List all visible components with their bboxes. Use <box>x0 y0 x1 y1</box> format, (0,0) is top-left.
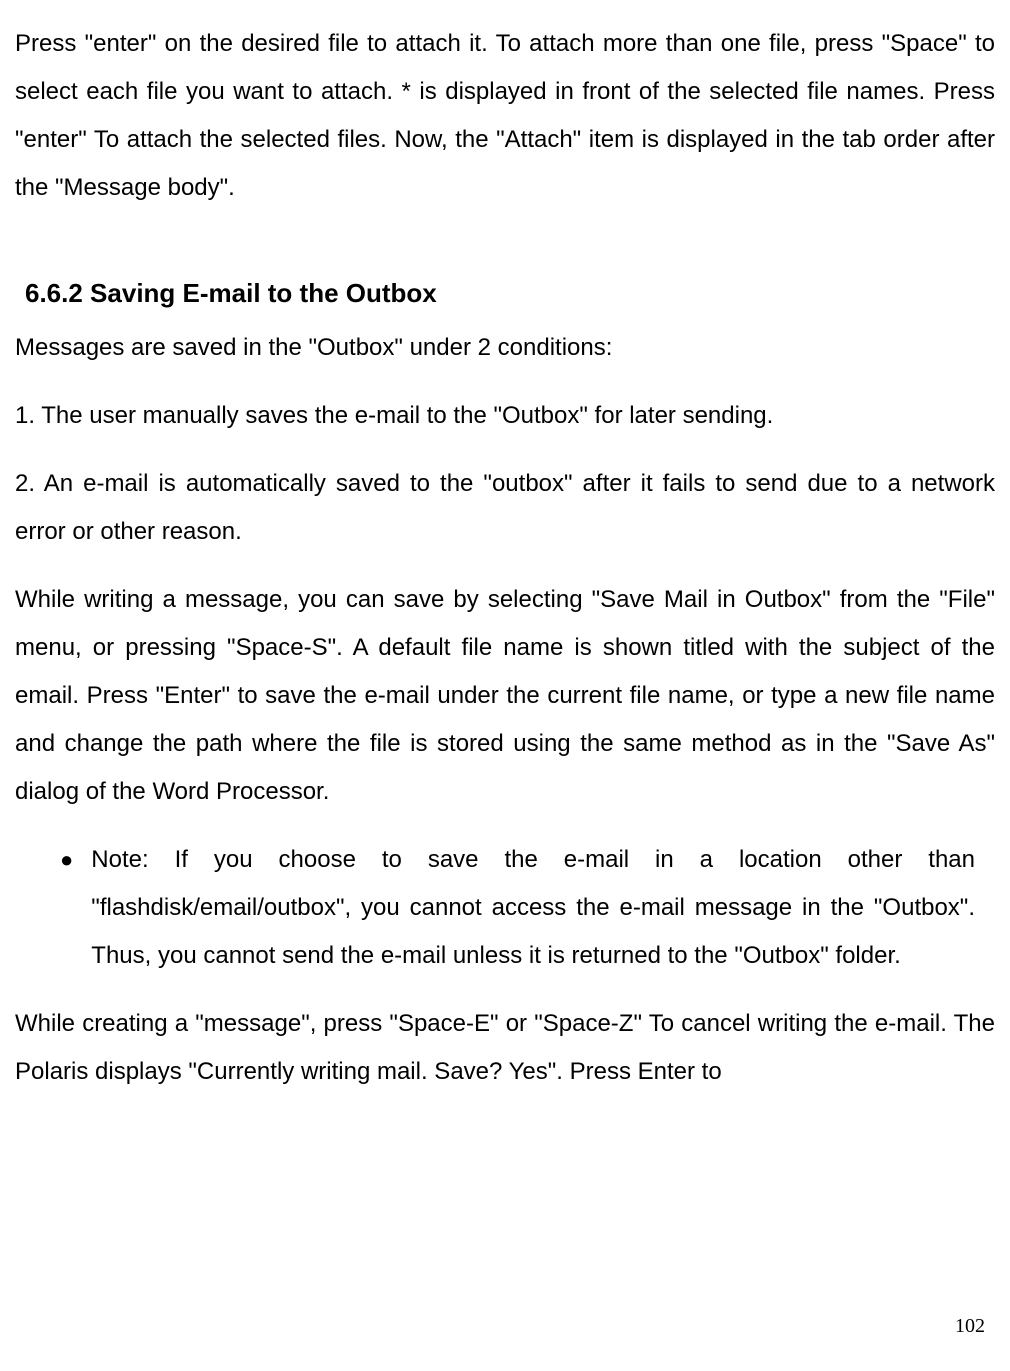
section-lead: Messages are saved in the "Outbox" under… <box>15 324 995 372</box>
note-bullet: ● Note: If you choose to save the e-mail… <box>15 836 995 980</box>
condition-item-1: 1. The user manually saves the e-mail to… <box>15 392 995 440</box>
section-heading: 6.6.2 Saving E-mail to the Outbox <box>15 267 995 319</box>
condition-item-2: 2. An e-mail is automatically saved to t… <box>15 460 995 556</box>
section-body-1: While writing a message, you can save by… <box>15 576 995 816</box>
bullet-icon: ● <box>60 836 73 882</box>
note-text: Note: If you choose to save the e-mail i… <box>91 836 975 980</box>
document-page: Press "enter" on the desired file to att… <box>0 0 1010 1371</box>
section-body-2: While creating a "message", press "Space… <box>15 1000 995 1096</box>
intro-paragraph: Press "enter" on the desired file to att… <box>15 20 995 212</box>
page-number: 102 <box>955 1306 985 1346</box>
